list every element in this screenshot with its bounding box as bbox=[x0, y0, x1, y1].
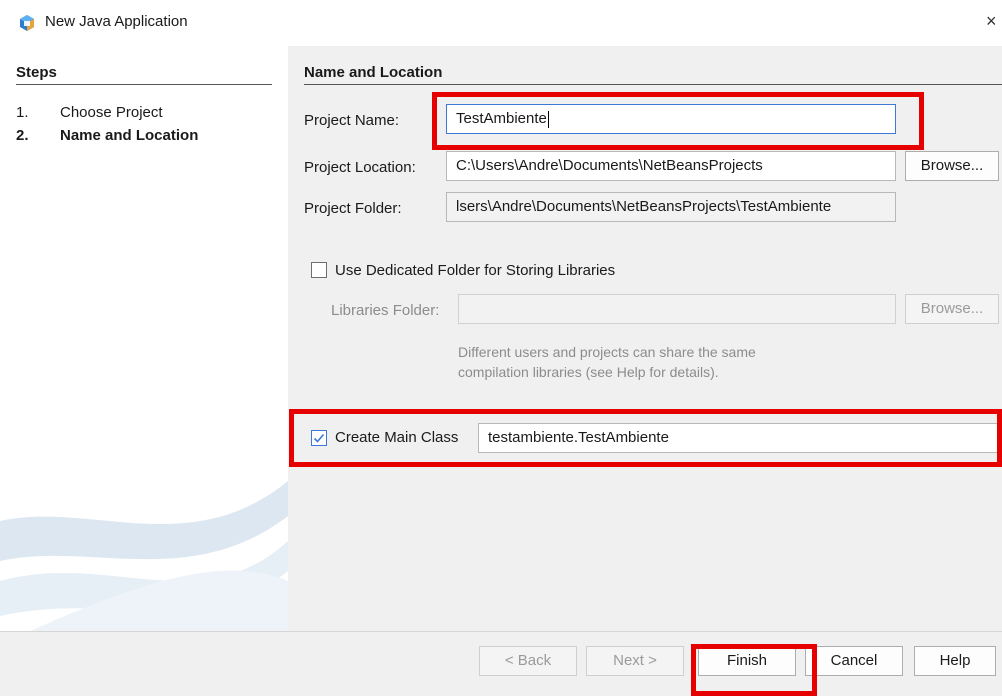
project-location-label: Project Location: bbox=[304, 159, 416, 176]
project-name-label: Project Name: bbox=[304, 112, 400, 129]
checkmark-icon bbox=[313, 433, 325, 443]
project-folder-label: Project Folder: bbox=[304, 200, 402, 217]
create-main-class-label[interactable]: Create Main Class bbox=[335, 429, 458, 446]
libraries-folder-input[interactable] bbox=[458, 294, 896, 324]
section-title: Name and Location bbox=[304, 64, 443, 81]
libraries-folder-label: Libraries Folder: bbox=[331, 302, 440, 319]
step-name-and-location: 2. Name and Location bbox=[16, 127, 199, 144]
netbeans-cube-icon bbox=[20, 15, 34, 31]
step-choose-project: 1. Choose Project bbox=[16, 104, 163, 121]
libraries-hint: Different users and projects can share t… bbox=[458, 344, 756, 380]
name-and-location-panel: Name and Location Project Name: TestAmbi… bbox=[288, 46, 1002, 631]
wizard-button-bar: < Back Next > Finish Cancel Help bbox=[0, 631, 1002, 696]
title-bar: New Java Application × bbox=[0, 0, 1002, 46]
next-button[interactable]: Next > bbox=[586, 646, 684, 676]
text-caret bbox=[547, 110, 549, 128]
section-divider bbox=[304, 84, 1002, 85]
netbeans-swoosh-watermark bbox=[0, 481, 288, 631]
browse-libraries-button[interactable]: Browse... bbox=[905, 294, 999, 324]
steps-divider bbox=[16, 84, 272, 85]
steps-header: Steps bbox=[16, 64, 57, 81]
project-name-input[interactable]: TestAmbiente bbox=[446, 104, 896, 134]
project-location-input[interactable]: C:\Users\Andre\Documents\NetBeansProject… bbox=[446, 151, 896, 181]
window-title: New Java Application bbox=[45, 13, 188, 30]
create-main-class-checkbox[interactable] bbox=[311, 430, 327, 446]
dedicated-folder-checkbox[interactable] bbox=[311, 262, 327, 278]
dedicated-folder-label[interactable]: Use Dedicated Folder for Storing Librari… bbox=[335, 262, 615, 279]
project-folder-field[interactable]: lsers\Andre\Documents\NetBeansProjects\T… bbox=[446, 192, 896, 222]
main-class-input[interactable]: testambiente.TestAmbiente bbox=[478, 423, 1002, 453]
back-button[interactable]: < Back bbox=[479, 646, 577, 676]
finish-button[interactable]: Finish bbox=[698, 646, 796, 676]
cancel-button[interactable]: Cancel bbox=[805, 646, 903, 676]
help-button[interactable]: Help bbox=[914, 646, 996, 676]
close-icon[interactable]: × bbox=[986, 12, 997, 30]
browse-location-button[interactable]: Browse... bbox=[905, 151, 999, 181]
steps-panel: Steps 1. Choose Project 2. Name and Locati… bbox=[0, 46, 288, 631]
